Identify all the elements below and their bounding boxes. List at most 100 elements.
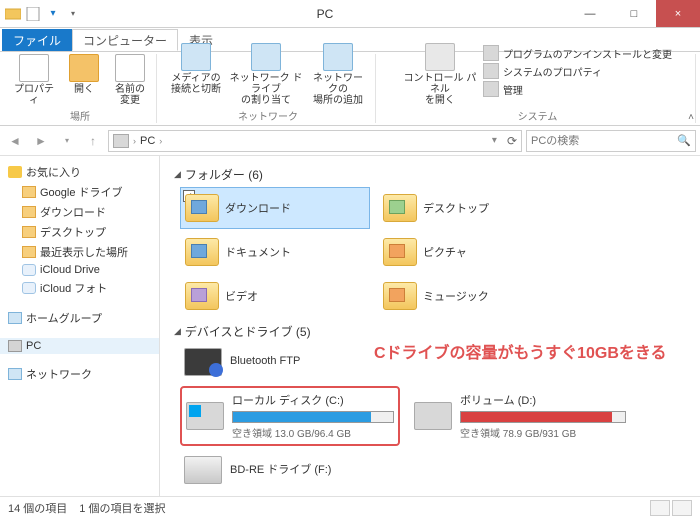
titlebar: ▾ ▾ PC ― □ ×: [0, 0, 700, 28]
ribbon-manage[interactable]: 管理: [483, 81, 672, 97]
nav-back[interactable]: ◄: [4, 130, 26, 152]
sidebar-fav-item[interactable]: ダウンロード: [0, 202, 159, 222]
statusbar: 14 個の項目 1 個の項目を選択: [0, 496, 700, 518]
folder-label: ビデオ: [225, 288, 258, 304]
folder-item[interactable]: ビデオ: [180, 275, 370, 317]
folder-item[interactable]: ミュージック: [378, 275, 568, 317]
status-item-count: 14 個の項目: [8, 500, 67, 516]
properties-qat-icon[interactable]: [24, 5, 42, 23]
ribbon-manage-label: 管理: [503, 82, 523, 97]
sidebar: お気に入り Google ドライブダウンロードデスクトップ最近表示した場所 iCl…: [0, 156, 160, 496]
refresh-icon[interactable]: ⟳: [507, 134, 517, 148]
nav-recent-dropdown[interactable]: ▾: [56, 130, 78, 152]
ribbon-media[interactable]: メディアの 接続と切断: [169, 43, 223, 95]
sidebar-fav-item[interactable]: 最近表示した場所: [0, 242, 159, 262]
drive-bd-name: BD-RE ドライブ (F:): [230, 461, 376, 477]
folder-item[interactable]: デスクトップ: [378, 187, 568, 229]
ribbon-group-system: コントロール パネル を開く プログラムのアンインストールと変更 システムのプロ…: [380, 54, 696, 123]
close-button[interactable]: ×: [656, 0, 700, 27]
drive-c-name: ローカル ディスク (C:): [232, 392, 394, 408]
sidebar-favorites[interactable]: お気に入り: [0, 162, 159, 182]
sidebar-homegroup[interactable]: ホームグループ: [0, 308, 159, 328]
folder-icon: [185, 238, 219, 266]
ribbon-collapse-icon[interactable]: ˄: [688, 112, 694, 123]
sidebar-network[interactable]: ネットワーク: [0, 364, 159, 384]
optical-drive-icon: [184, 456, 222, 484]
ribbon-map-drive-label: ネットワーク ドライブ の割り当て: [229, 73, 303, 106]
ribbon-uninstall[interactable]: プログラムのアンインストールと変更: [483, 45, 672, 61]
folder-icon: [185, 194, 219, 222]
nav-up[interactable]: ↑: [82, 130, 104, 152]
ribbon-properties-label: プロパティ: [12, 84, 56, 106]
sidebar-fav-label: iCloud Drive: [40, 264, 100, 276]
folder-item[interactable]: ピクチャ: [378, 231, 568, 273]
folder-icon: [383, 282, 417, 310]
ribbon-map-drive[interactable]: ネットワーク ドライブ の割り当て: [229, 43, 303, 106]
hdd-icon: [186, 402, 224, 430]
nav-forward[interactable]: ►: [30, 130, 52, 152]
folder-item[interactable]: ドキュメント: [180, 231, 370, 273]
ribbon-open[interactable]: 開く: [62, 54, 106, 95]
maximize-button[interactable]: □: [612, 0, 656, 27]
ribbon-group-location: プロパティ 開く 名前の 変更 場所: [4, 54, 157, 123]
ribbon-media-label: メディアの 接続と切断: [171, 73, 221, 95]
sidebar-pc[interactable]: PC: [0, 338, 159, 354]
folder-icon: [383, 238, 417, 266]
sidebar-pc-label: PC: [26, 340, 41, 352]
sidebar-fav-item[interactable]: デスクトップ: [0, 222, 159, 242]
sidebar-homegroup-label: ホームグループ: [26, 310, 102, 326]
ribbon-add-network[interactable]: ネットワークの 場所の追加: [309, 43, 367, 106]
ribbon-group-network-label: ネットワーク: [238, 106, 298, 123]
address-bar[interactable]: › PC › ▾ ⟳: [108, 130, 522, 152]
drives-head-label: デバイスとドライブ (5): [185, 323, 311, 340]
sidebar-fav-item[interactable]: iCloud フォト: [0, 278, 159, 298]
drive-bluetooth[interactable]: Bluetooth FTP: [180, 344, 380, 380]
ribbon-properties[interactable]: プロパティ: [12, 54, 56, 106]
sidebar-fav-item[interactable]: iCloud Drive: [0, 262, 159, 278]
star-icon: [8, 166, 22, 178]
drive-d-free: 空き領域 78.9 GB/931 GB: [460, 425, 626, 440]
minimize-button[interactable]: ―: [568, 0, 612, 27]
view-details-button[interactable]: [650, 500, 670, 516]
drive-c-free: 空き領域 13.0 GB/96.4 GB: [232, 425, 394, 440]
ribbon-control-panel-label: コントロール パネル を開く: [403, 73, 477, 106]
pc-icon: [113, 134, 129, 148]
search-icon[interactable]: 🔍: [677, 134, 691, 147]
section-drives[interactable]: ◢デバイスとドライブ (5): [174, 323, 694, 340]
homegroup-icon: [8, 312, 22, 324]
folder-label: デスクトップ: [423, 200, 489, 216]
section-folders[interactable]: ◢フォルダー (6): [174, 166, 694, 183]
search-box[interactable]: 🔍: [526, 130, 696, 152]
sysprop-icon: [483, 63, 499, 79]
folder-icon: [383, 194, 417, 222]
tab-computer[interactable]: コンピューター: [72, 29, 178, 51]
folder-label: ミュージック: [423, 288, 489, 304]
ribbon-open-label: 開く: [74, 84, 94, 95]
folder-item[interactable]: ✓ダウンロード: [180, 187, 370, 229]
tab-file[interactable]: ファイル: [2, 29, 72, 51]
uninstall-icon: [483, 45, 499, 61]
ribbon-rename[interactable]: 名前の 変更: [112, 54, 148, 106]
ribbon-control-panel[interactable]: コントロール パネル を開く: [403, 43, 477, 106]
qat-dropdown-icon[interactable]: ▾: [44, 5, 62, 23]
pc-tree-icon: [8, 340, 22, 352]
sidebar-fav-item[interactable]: Google ドライブ: [0, 182, 159, 202]
view-icons-button[interactable]: [672, 500, 692, 516]
drive-c[interactable]: ローカル ディスク (C:) 空き領域 13.0 GB/96.4 GB: [180, 386, 400, 446]
address-path: PC: [140, 135, 155, 147]
manage-icon: [483, 81, 499, 97]
addr-dropdown-icon[interactable]: ▾: [492, 135, 497, 146]
content-pane: ◢フォルダー (6) ✓ダウンロード デスクトップドキュメントピクチャビデオ ミュー…: [160, 156, 700, 496]
ribbon-sysprop[interactable]: システムのプロパティ: [483, 63, 672, 79]
drive-d[interactable]: ボリューム (D:) 空き領域 78.9 GB/931 GB: [410, 386, 630, 446]
folder-icon: [22, 264, 36, 276]
ribbon-add-network-label: ネットワークの 場所の追加: [309, 73, 367, 106]
search-input[interactable]: [531, 135, 673, 147]
hdd-icon: [414, 402, 452, 430]
drive-bd[interactable]: BD-RE ドライブ (F:): [180, 452, 380, 488]
folders-head-label: フォルダー (6): [185, 166, 263, 183]
folder-icon: [185, 282, 219, 310]
folder-icon: [22, 206, 36, 218]
qat-more-icon[interactable]: ▾: [64, 5, 82, 23]
folder-icon: [22, 226, 36, 238]
